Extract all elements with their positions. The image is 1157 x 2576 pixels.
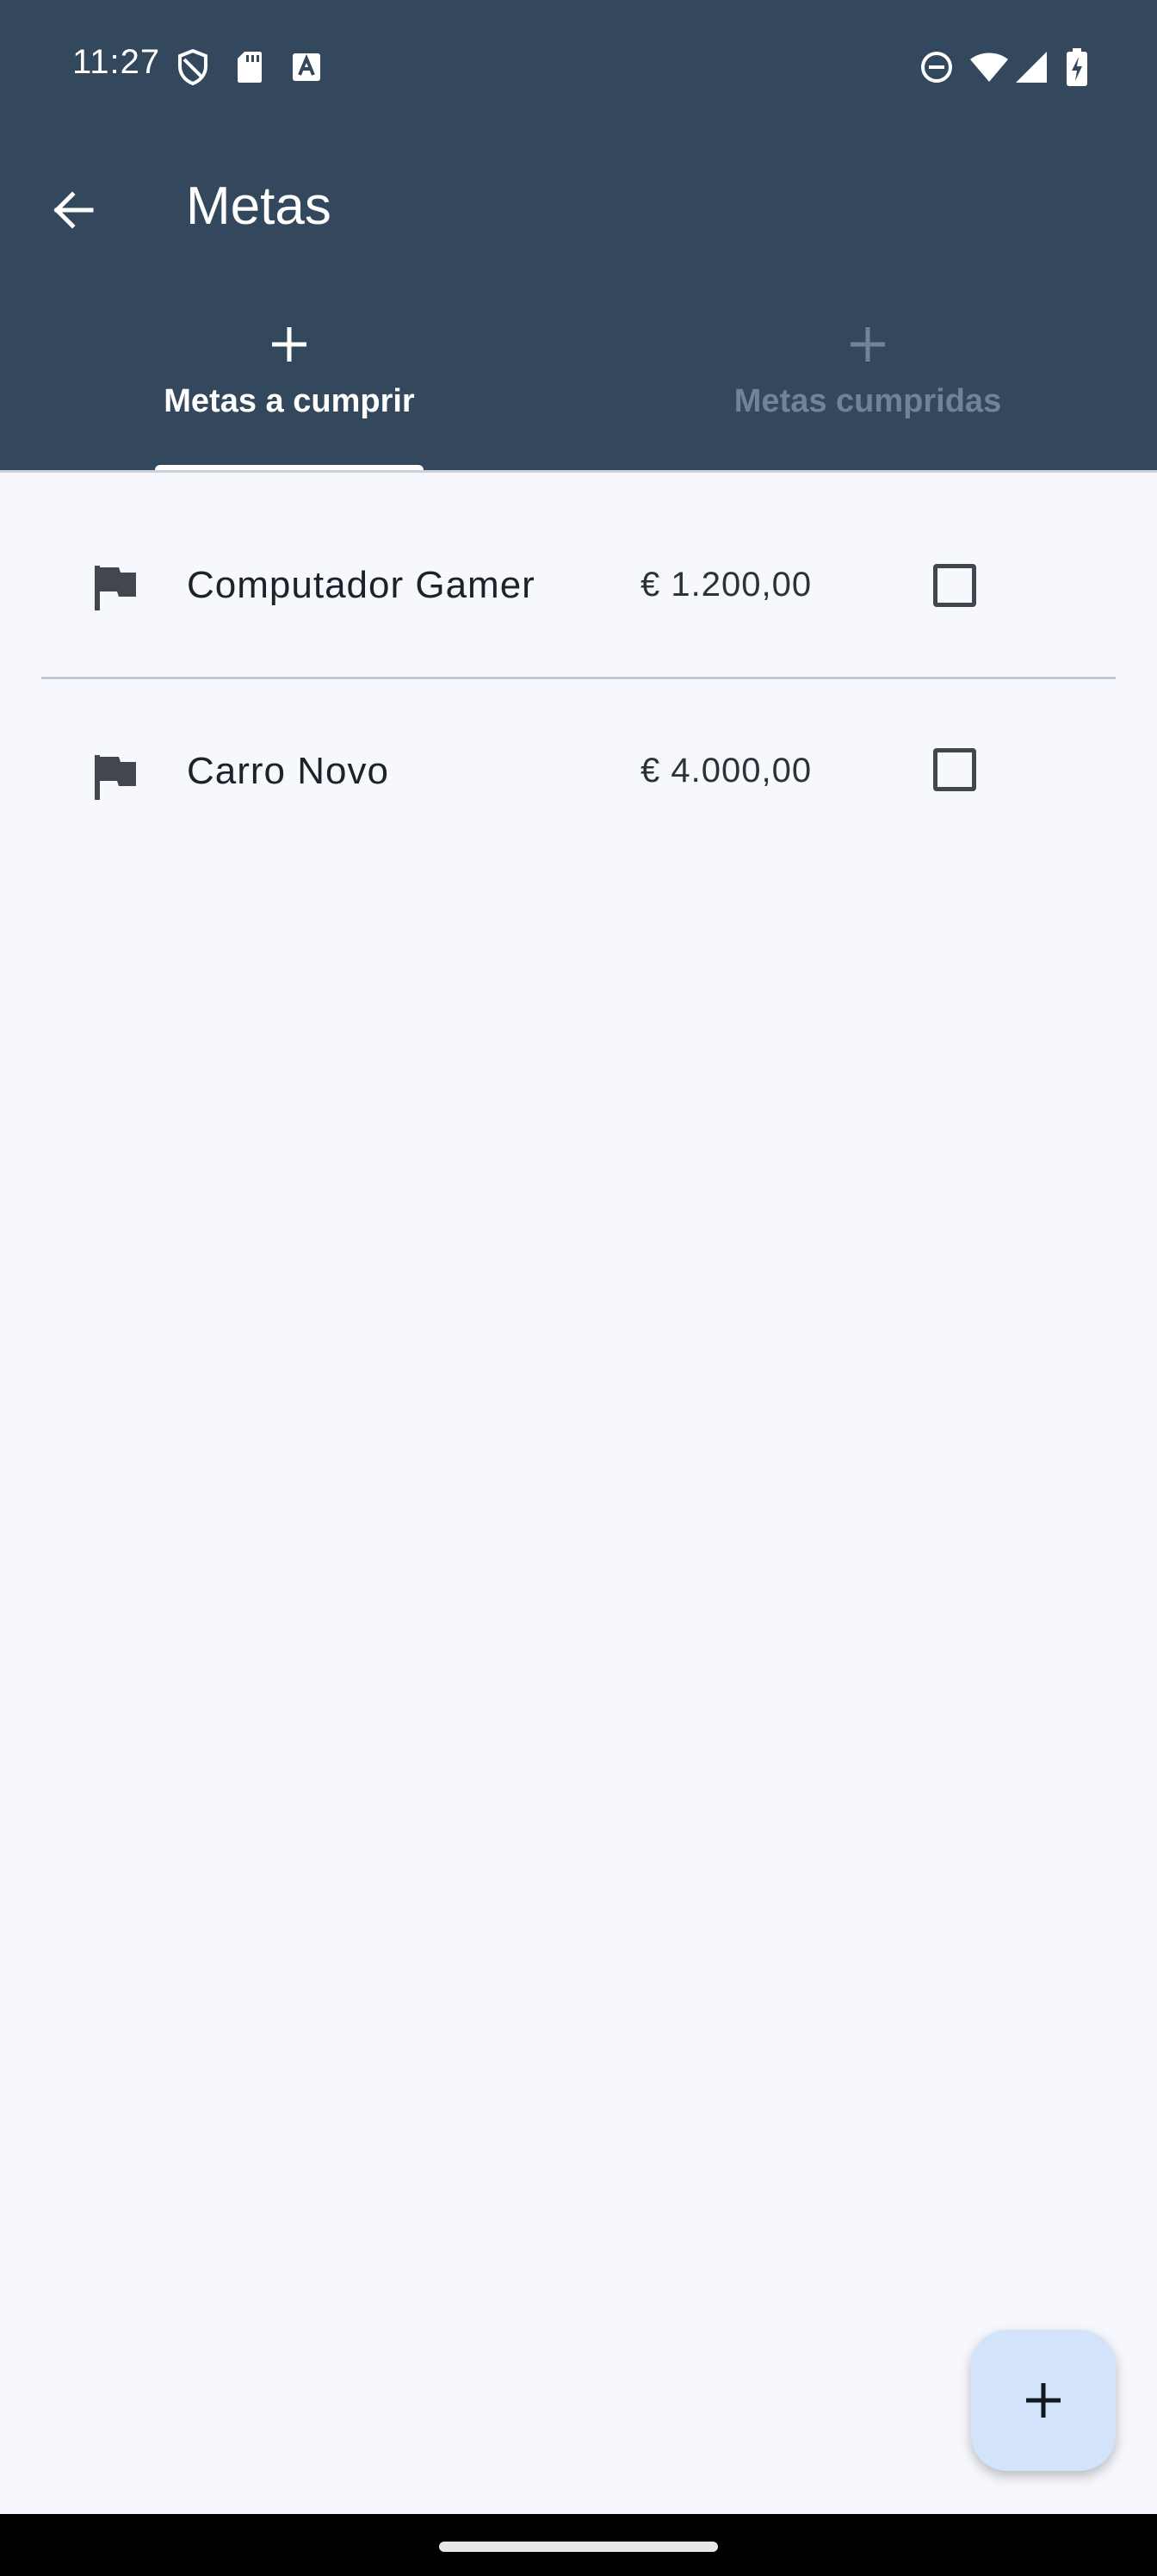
tab-label: Metas cumpridas: [733, 383, 1002, 419]
goals-screen: 11:27 Metas Metas a cumprir Metas cumpri…: [0, 0, 1157, 2576]
status-time: 11:27: [72, 43, 161, 81]
goal-name: Carro Novo: [187, 750, 389, 792]
goal-checkbox[interactable]: [933, 564, 976, 607]
navigation-bar: [0, 2514, 1157, 2576]
back-button[interactable]: [34, 172, 110, 248]
do-not-disturb-icon: [918, 48, 956, 86]
list-item[interactable]: Carro Novo € 4.000,00: [0, 659, 1157, 845]
tab-metas-a-cumprir[interactable]: Metas a cumprir: [0, 301, 578, 470]
sd-card-icon: [234, 48, 265, 86]
goal-value: € 1.200,00: [640, 566, 813, 604]
wifi-icon: [968, 48, 1011, 86]
goal-checkbox[interactable]: [933, 748, 976, 791]
tab-metas-cumpridas[interactable]: Metas cumpridas: [578, 301, 1157, 470]
cell-signal-icon: [1012, 48, 1050, 86]
page-title: Metas: [186, 176, 331, 236]
flag-icon: [95, 566, 136, 610]
font-icon: [289, 48, 324, 86]
tab-label: Metas a cumprir: [164, 383, 415, 419]
arrow-back-icon: [53, 191, 94, 229]
flag-icon: [95, 755, 136, 800]
shield-icon: [176, 48, 210, 86]
goal-list: Computador Gamer € 1.200,00 Carro Novo €…: [0, 473, 1157, 800]
app-bar: Metas: [0, 138, 1157, 276]
goal-value: € 4.000,00: [640, 752, 813, 790]
plus-icon: [265, 320, 313, 368]
home-indicator[interactable]: [439, 2542, 718, 2552]
plus-icon: [844, 320, 892, 368]
add-goal-button[interactable]: [971, 2330, 1116, 2471]
battery-charging-icon: [1064, 48, 1090, 86]
goal-name: Computador Gamer: [187, 564, 535, 606]
plus-icon: [1026, 2383, 1061, 2418]
header: 11:27 Metas Metas a cumprir Metas cumpri…: [0, 0, 1157, 472]
tab-bar: Metas a cumprir Metas cumpridas: [0, 301, 1157, 470]
status-bar: 11:27: [0, 0, 1157, 138]
list-item[interactable]: Computador Gamer € 1.200,00: [0, 473, 1157, 659]
